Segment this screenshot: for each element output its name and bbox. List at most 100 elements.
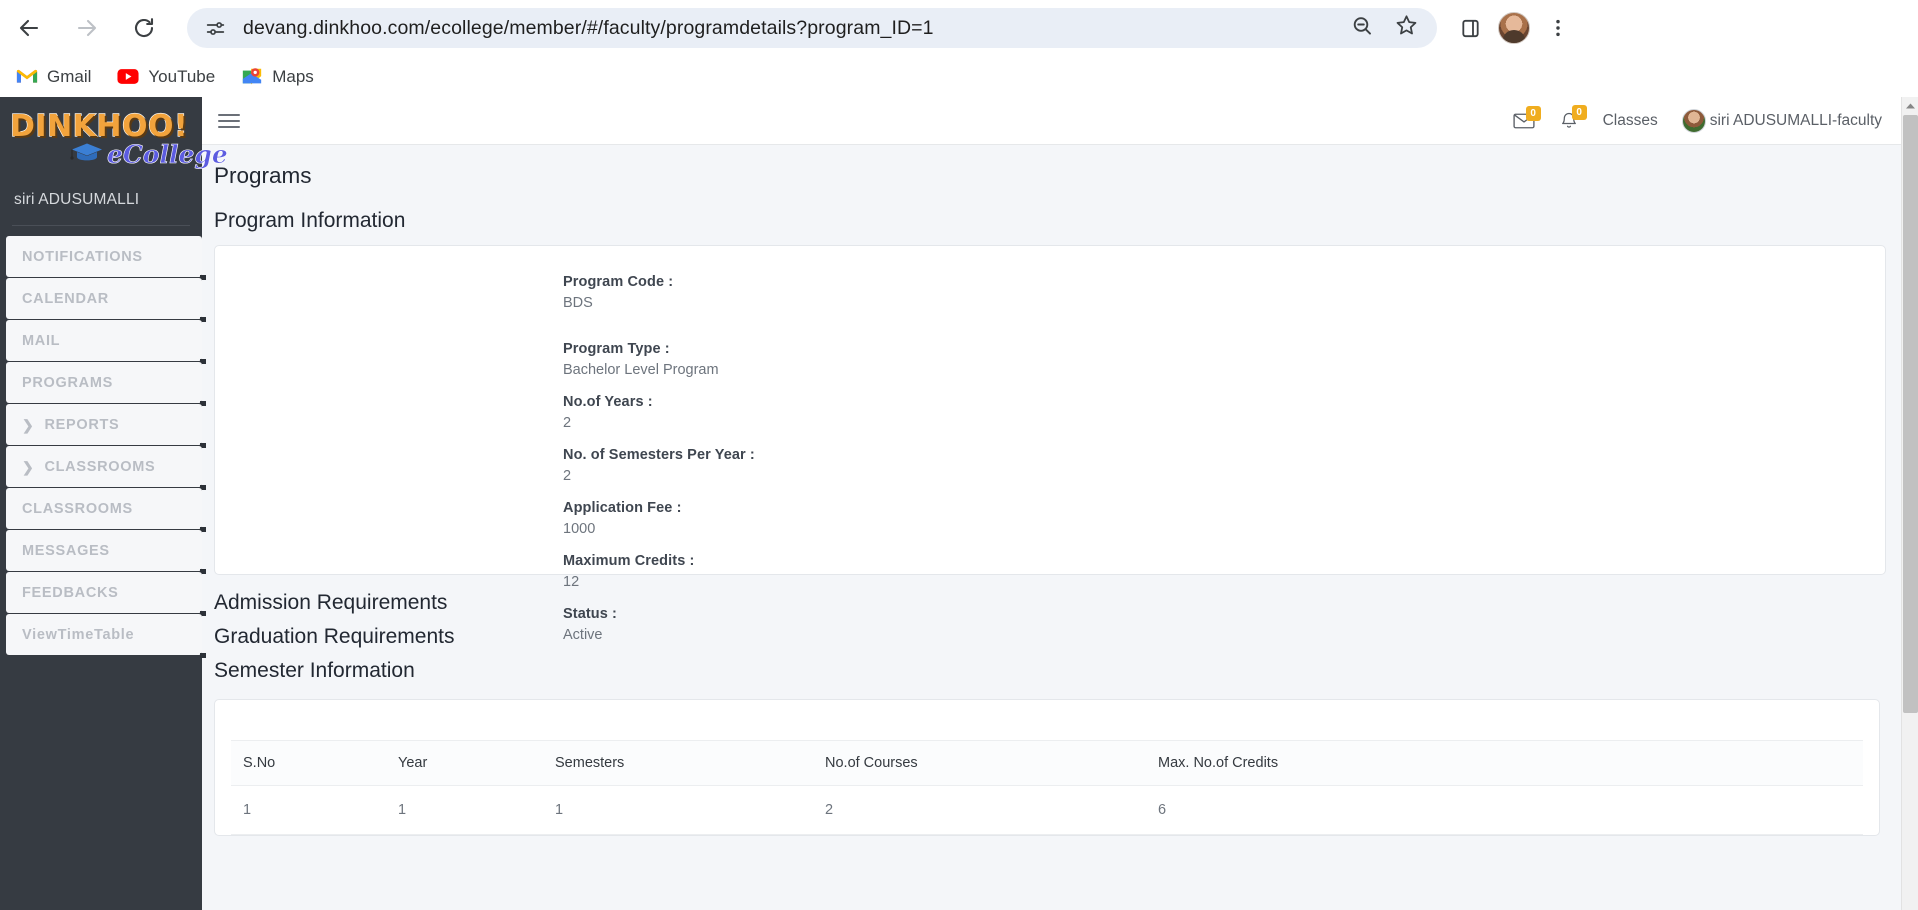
sidebar-item-label: CLASSROOMS [22,500,133,517]
program-information-heading: Program Information [214,209,406,232]
field-label: No.of Years : [563,394,653,410]
bookmark-star-icon[interactable] [1394,13,1419,43]
side-panel-button[interactable] [1451,9,1489,47]
header-username: siri ADUSUMALLI-faculty [1709,111,1882,129]
semester-information-card: S.No Year Semesters No.of Courses Max. N… [214,699,1880,836]
field-value: Active [563,627,603,643]
field-program-type: Program Type : Bachelor Level Program [563,341,1263,378]
sidebar-item-reports[interactable]: ❯ REPORTS [6,404,206,448]
sidebar-item-notifications[interactable]: NOTIFICATIONS [6,236,206,280]
field-semesters-per-year: No. of Semesters Per Year : 2 [563,447,1263,484]
field-value: 12 [563,574,580,590]
url-text[interactable]: devang.dinkhoo.com/ecollege/member/#/fac… [243,17,1350,40]
header-actions: 0 0 Classes siri ADUSUMALLI-faculty [1513,104,1882,133]
classes-link[interactable]: Classes [1603,112,1658,130]
column-header-sno[interactable]: S.No [231,740,386,786]
mail-badge: 0 [1525,105,1541,121]
sidebar-item-classrooms[interactable]: CLASSROOMS [6,488,206,532]
sidebar-item-calendar[interactable]: CALENDAR [6,278,206,322]
three-dot-menu-icon [1556,19,1560,37]
bookmark-label: YouTube [148,66,216,86]
user-menu[interactable]: siri ADUSUMALLI-faculty [1681,108,1882,133]
chrome-menu-button[interactable] [1539,9,1577,47]
column-header-max-credits[interactable]: Max. No.of Credits [1146,740,1863,786]
profile-button[interactable] [1495,9,1533,47]
brand-logo-sub: eCollege [70,141,228,168]
sidebar-item-feedbacks[interactable]: FEEDBACKS [6,572,206,616]
notifications-badge: 0 [1571,104,1587,120]
field-label: No. of Semesters Per Year : [563,447,755,463]
sidebar-item-label: CALENDAR [22,290,109,307]
zoom-out-icon[interactable] [1350,14,1374,43]
program-fields: Program Code : BDS Program Type : Bachel… [563,274,1263,659]
sidebar-item-classrooms-expandable[interactable]: ❯ CLASSROOMS [6,446,206,490]
field-value: BDS [563,295,593,311]
semester-information-heading[interactable]: Semester Information [202,659,1902,683]
sidebar-divider [12,225,190,226]
sidebar-item-viewtimetable[interactable]: ViewTimeTable [6,614,206,658]
cell-max-credits: 6 [1146,785,1863,835]
forward-button[interactable] [68,9,106,47]
cell-sno: 1 [231,785,386,835]
column-header-semesters[interactable]: Semesters [543,740,813,786]
program-information-card: Program Code : BDS Program Type : Bachel… [214,245,1886,643]
bookmark-label: Maps [272,66,314,86]
sidebar-item-label: CLASSROOMS [44,458,156,475]
back-button[interactable] [10,9,48,47]
mail-button[interactable]: 0 [1513,105,1541,130]
sidebar: DINKHOO! eCollege siri ADUSUMALLI NOTIFI… [0,97,228,910]
browser-toolbar-right [1451,9,1577,47]
field-application-fee: Application Fee : 1000 [563,500,1263,537]
chevron-right-icon: ❯ [22,458,35,475]
brand-logo-sub-text: eCollege [107,139,228,169]
hamburger-menu-icon[interactable] [216,108,242,134]
sidebar-item-label: NOTIFICATIONS [22,248,143,265]
side-panel-icon [1461,19,1479,37]
page-scrollbar[interactable] [1901,97,1918,910]
sidebar-item-label: REPORTS [44,416,120,433]
sidebar-item-mail[interactable]: MAIL [6,320,206,364]
chevron-right-icon: ❯ [22,416,35,433]
content-body: Programs Program Information Program Cod… [202,145,1902,836]
site-settings-icon[interactable] [201,14,229,42]
field-label: Status : [563,606,617,622]
column-header-no-of-courses[interactable]: No.of Courses [813,740,1146,786]
scrollbar-thumb[interactable] [1903,115,1918,713]
field-no-of-years: No.of Years : 2 [563,394,1263,431]
column-header-year[interactable]: Year [386,740,543,786]
reload-button[interactable] [125,9,163,47]
sidebar-item-label: ViewTimeTable [22,626,135,643]
field-status: Status : Active [563,606,1263,643]
field-label: Program Code : [563,274,674,290]
brand-logo-main-text: DINKHOO! [9,109,189,144]
gmail-icon [16,66,38,88]
browser-chrome: devang.dinkhoo.com/ecollege/member/#/fac… [0,0,1918,97]
field-value: 1000 [563,521,596,537]
brand-logo[interactable]: DINKHOO! eCollege [9,109,228,173]
bookmarks-bar: Gmail YouTube Maps [0,56,1918,97]
sidebar-item-messages[interactable]: MESSAGES [6,530,206,574]
bookmark-gmail[interactable]: Gmail [16,66,91,88]
field-label: Program Type : [563,341,670,357]
scroll-up-arrow-icon[interactable] [1902,97,1918,114]
sidebar-item-programs[interactable]: PROGRAMS [6,362,206,406]
sidebar-item-label: PROGRAMS [22,374,113,391]
field-value: Bachelor Level Program [563,362,719,378]
field-label: Application Fee : [563,500,682,516]
field-program-code: Program Code : BDS [563,274,1263,311]
table-row[interactable]: 1 1 1 2 6 [231,785,1863,835]
semester-table: S.No Year Semesters No.of Courses Max. N… [231,740,1863,835]
reload-icon [134,18,154,37]
cell-year: 1 [386,785,543,835]
bookmark-youtube[interactable]: YouTube [117,66,215,88]
tune-icon [206,21,224,35]
bookmark-maps[interactable]: Maps [241,66,314,88]
sidebar-menu: NOTIFICATIONS CALENDAR MAIL PROGRAMS ❯ R… [0,236,206,658]
address-bar[interactable]: devang.dinkhoo.com/ecollege/member/#/fac… [187,8,1437,48]
avatar [1681,108,1706,133]
app-header: 0 0 Classes siri ADUSUMALLI-faculty [202,97,1902,145]
field-maximum-credits: Maximum Credits : 12 [563,553,1263,590]
notifications-button[interactable]: 0 [1559,104,1587,131]
semester-table-toolbar [231,714,1863,740]
sidebar-item-label: FEEDBACKS [22,584,119,601]
